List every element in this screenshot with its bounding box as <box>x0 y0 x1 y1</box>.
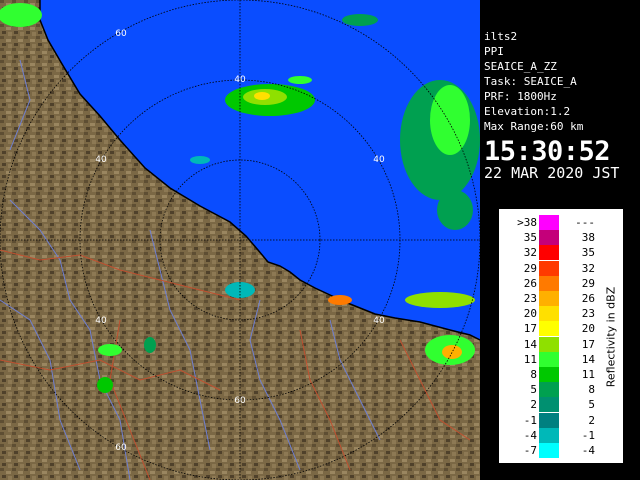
legend-row: 32 35 <box>499 245 609 261</box>
legend-low-value: 8 <box>530 368 537 381</box>
legend-swatch <box>539 336 559 352</box>
legend-swatch <box>539 443 559 458</box>
legend-low-value: 32 <box>523 246 537 260</box>
range-label: 40 <box>95 155 107 165</box>
legend-high-value: 20 <box>581 322 595 336</box>
legend-swatch <box>539 291 559 306</box>
svg-text:60: 60 <box>234 396 246 406</box>
legend-low-value: 5 <box>530 383 537 397</box>
legend-low-value: >38 <box>517 216 537 229</box>
range-label: 60 <box>234 396 246 406</box>
radar-map[interactable]: 60 40 40 40 40 40 60 60 <box>0 0 480 480</box>
legend-low-value: 29 <box>523 261 537 275</box>
legend-high-value: 38 <box>581 231 595 245</box>
legend-swatch <box>539 260 559 276</box>
legend-high-value: 26 <box>581 292 595 305</box>
legend-low-value: 26 <box>523 276 537 290</box>
legend-swatch <box>539 382 559 398</box>
range-label: 60 <box>115 443 127 453</box>
legend-high-value: 35 <box>581 246 595 260</box>
legend-swatch <box>539 230 559 246</box>
legend-row: 23 26 <box>499 291 609 306</box>
legend-row: 8 11 <box>499 367 609 382</box>
legend-low-value: 14 <box>523 337 537 351</box>
prf-value: PRF: 1800Hz <box>484 90 557 103</box>
legend-row: 35 38 <box>499 230 609 246</box>
svg-text:40: 40 <box>95 155 107 165</box>
product-name: SEAICE_A_ZZ <box>484 60 557 73</box>
legend-swatch <box>539 427 559 443</box>
legend-swatch <box>539 275 559 291</box>
range-label: 60 <box>115 29 127 39</box>
legend-high-value: 23 <box>581 307 595 321</box>
elevation-value: Elevation:1.2 <box>484 105 571 118</box>
legend-low-value: 2 <box>530 398 537 412</box>
legend-high-value: 8 <box>588 383 595 397</box>
legend-row: 26 29 <box>499 275 609 291</box>
legend-row: 17 20 <box>499 321 609 337</box>
legend-row: 25 <box>499 397 609 413</box>
range-label: 40 <box>95 316 107 326</box>
legend-row: -4 -1 <box>499 427 609 443</box>
svg-text:60: 60 <box>115 29 127 39</box>
legend-swatch <box>539 367 559 382</box>
legend-high-value: -4 <box>581 444 595 457</box>
max-range-value: Max Range:60 km <box>484 120 584 133</box>
legend-row: 58 <box>499 382 609 398</box>
legend-high-value: -1 <box>581 428 595 442</box>
legend-low-value: 23 <box>523 292 537 305</box>
reflectivity-legend: >38 --- 35 38 32 35 29 32 26 29 23 26 20 23 17 20 14 17 11… <box>498 208 624 464</box>
legend-high-value: 11 <box>581 368 595 381</box>
legend-low-value: -7 <box>523 444 537 457</box>
svg-text:40: 40 <box>373 316 385 326</box>
svg-text:40: 40 <box>95 316 107 326</box>
legend-swatch <box>539 351 559 367</box>
legend-swatch <box>539 215 559 230</box>
legend-swatch <box>539 397 559 413</box>
legend-swatch <box>539 245 559 261</box>
legend-high-value: 32 <box>581 261 595 275</box>
legend-high-value: 14 <box>581 352 595 366</box>
legend-high-value: 5 <box>588 398 595 412</box>
range-label: 40 <box>373 316 385 326</box>
scan-date: 22 MAR 2020 JST <box>484 164 620 182</box>
legend-swatch <box>539 306 559 322</box>
svg-text:60: 60 <box>115 443 127 453</box>
legend-row: 11 14 <box>499 351 609 367</box>
legend-row: 20 23 <box>499 306 609 322</box>
legend-swatch <box>539 321 559 337</box>
svg-text:40: 40 <box>234 75 246 85</box>
legend-low-value: -1 <box>523 413 537 427</box>
legend-title: Reflectivity in dBZ <box>604 286 618 388</box>
legend-swatch <box>539 412 559 428</box>
legend-high-value: 2 <box>588 413 595 427</box>
legend-row: -1 2 <box>499 412 609 428</box>
legend-low-value: 35 <box>523 231 537 245</box>
legend-low-value: -4 <box>523 428 537 442</box>
scan-type: PPI <box>484 45 504 58</box>
range-label: 40 <box>373 155 385 165</box>
legend-high-value: 29 <box>581 276 595 290</box>
legend-high-value: 17 <box>581 337 595 351</box>
radar-name: ilts2 <box>484 30 518 43</box>
range-label: 40 <box>234 75 246 85</box>
scan-time: 15:30:52 <box>484 136 611 167</box>
svg-text:40: 40 <box>373 155 385 165</box>
legend-row: -7 -4 <box>499 443 609 458</box>
radar-info-panel: ilts2 PPI SEAICE_A_ZZ Task: SEAICE_A PRF… <box>481 27 640 187</box>
legend-low-value: 11 <box>523 352 537 366</box>
task-name: Task: SEAICE_A <box>484 75 577 88</box>
legend-high-value: --- <box>575 216 595 229</box>
legend-row: 29 32 <box>499 260 609 276</box>
legend-low-value: 20 <box>523 307 537 321</box>
legend-row: >38 --- <box>499 215 609 230</box>
legend-row: 14 17 <box>499 336 609 352</box>
legend-low-value: 17 <box>523 322 537 336</box>
